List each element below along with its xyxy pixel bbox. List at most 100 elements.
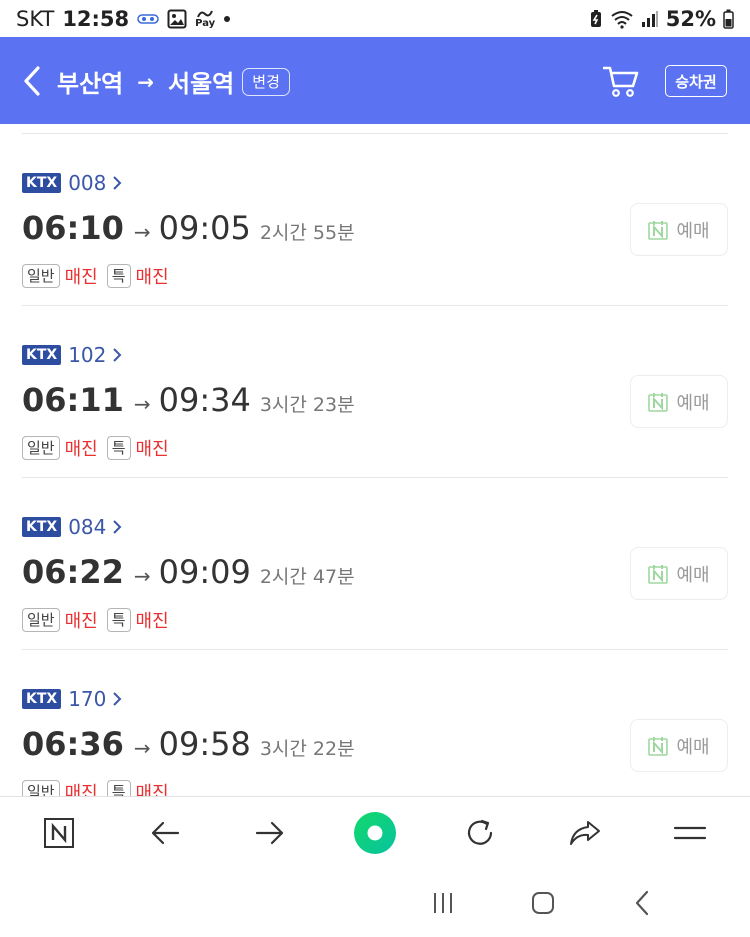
status-bar: SKT 12:58 Pay 52%: [0, 0, 750, 37]
arrival-time: 09:34: [158, 381, 251, 419]
naver-calendar-icon: [648, 392, 669, 412]
gallery-icon: [167, 8, 187, 30]
battery-saver-icon: [589, 8, 603, 30]
train-list[interactable]: KTX 008 06:10 → 09:05 2시간 55분 일반 매진 특 매진…: [0, 124, 750, 796]
train-number: 170: [68, 687, 107, 711]
naver-home-button[interactable]: [39, 813, 79, 853]
reserve-label: 예매: [676, 736, 710, 758]
train-row[interactable]: KTX 170 06:36 → 09:58 3시간 22분 일반 매진 특 매진…: [22, 650, 728, 796]
general-soldout: 매진: [64, 783, 98, 796]
battery-icon: [723, 8, 734, 30]
general-soldout: 매진: [64, 439, 98, 460]
general-seat-tag: 일반: [22, 608, 60, 632]
naver-calendar-icon: [648, 736, 669, 756]
special-soldout: 매진: [135, 611, 169, 632]
recent-apps-icon: [434, 893, 452, 913]
departure-time: 06:36: [22, 725, 124, 763]
time-arrow: →: [133, 220, 151, 244]
time-arrow: →: [133, 392, 151, 416]
pay-icon: Pay: [195, 8, 215, 30]
special-seat-tag: 특: [106, 780, 131, 796]
duration: 3시간 22분: [259, 738, 355, 760]
app-notification-icon: [137, 8, 159, 30]
seat-status: 일반 매진 특 매진: [22, 263, 173, 289]
reserve-button[interactable]: 예매: [630, 547, 728, 600]
naver-calendar-icon: [648, 564, 669, 584]
home-button[interactable]: [528, 888, 558, 918]
special-soldout: 매진: [135, 267, 169, 288]
reserve-label: 예매: [676, 220, 710, 242]
green-dot-button[interactable]: [352, 810, 398, 856]
departure-time: 06:11: [22, 381, 124, 419]
ticket-button[interactable]: 승차권: [665, 65, 727, 97]
train-header[interactable]: KTX 008: [22, 171, 122, 195]
browser-forward-button[interactable]: [250, 813, 290, 853]
route-arrow: →: [137, 69, 155, 94]
back-button[interactable]: [20, 63, 46, 99]
change-route-button[interactable]: 변경: [242, 67, 290, 96]
train-row[interactable]: KTX 102 06:11 → 09:34 3시간 23분 일반 매진 특 매진…: [22, 306, 728, 478]
arrival-time: 09:09: [158, 553, 251, 591]
train-row[interactable]: KTX 008 06:10 → 09:05 2시간 55분 일반 매진 특 매진…: [22, 134, 728, 306]
browser-back-button[interactable]: [145, 813, 185, 853]
seat-status: 일반 매진 특 매진: [22, 607, 173, 633]
time-arrow: →: [133, 736, 151, 760]
special-seat-tag: 특: [106, 264, 131, 288]
duration: 2시간 55분: [259, 222, 355, 244]
general-seat-tag: 일반: [22, 780, 60, 796]
train-header[interactable]: KTX 170: [22, 687, 122, 711]
naver-n-icon: [44, 818, 74, 848]
reserve-button[interactable]: 예매: [630, 375, 728, 428]
cart-icon: [602, 66, 639, 97]
ticket-button-label: 승차권: [675, 72, 717, 91]
route-title: 부산역 → 서울역 변경: [57, 64, 290, 99]
train-number: 008: [68, 171, 107, 195]
back-icon: [635, 890, 649, 916]
reserve-button[interactable]: 예매: [630, 719, 728, 772]
special-soldout: 매진: [135, 783, 169, 796]
recent-apps-button[interactable]: [428, 888, 458, 918]
refresh-button[interactable]: [460, 813, 500, 853]
train-times: 06:22 → 09:09 2시간 47분: [22, 553, 355, 591]
menu-button[interactable]: [670, 813, 710, 853]
arrival-station: 서울역: [168, 70, 235, 98]
departure-station: 부산역: [57, 70, 124, 98]
general-soldout: 매진: [64, 611, 98, 632]
seat-status: 일반 매진 특 매진: [22, 779, 173, 796]
forward-arrow-icon: [255, 821, 284, 845]
share-icon: [570, 821, 600, 845]
home-icon: [532, 892, 554, 914]
browser-toolbar: [0, 796, 750, 868]
reserve-label: 예매: [676, 564, 710, 586]
cart-button[interactable]: [602, 65, 639, 99]
train-type-badge: KTX: [22, 517, 62, 537]
chevron-right-icon: [113, 520, 122, 534]
clock: 12:58: [62, 7, 130, 31]
departure-time: 06:22: [22, 553, 124, 591]
duration: 2시간 47분: [259, 566, 355, 588]
special-soldout: 매진: [135, 439, 169, 460]
chevron-right-icon: [113, 692, 122, 706]
naver-calendar-icon: [648, 220, 669, 240]
train-type-badge: KTX: [22, 689, 62, 709]
duration: 3시간 23분: [259, 394, 355, 416]
time-arrow: →: [133, 564, 151, 588]
more-notifications-dot-icon: [223, 8, 231, 30]
train-number: 084: [68, 515, 107, 539]
battery-level: 52%: [665, 7, 716, 31]
train-type-badge: KTX: [22, 345, 62, 365]
status-right: 52%: [589, 7, 734, 31]
share-button[interactable]: [565, 813, 605, 853]
app-header: 부산역 → 서울역 변경 승차권: [0, 37, 750, 124]
train-header[interactable]: KTX 084: [22, 515, 122, 539]
special-seat-tag: 특: [106, 436, 131, 460]
reserve-button[interactable]: 예매: [630, 203, 728, 256]
general-seat-tag: 일반: [22, 264, 60, 288]
system-back-button[interactable]: [627, 888, 657, 918]
menu-icon: [673, 826, 707, 840]
train-row[interactable]: KTX 084 06:22 → 09:09 2시간 47분 일반 매진 특 매진…: [22, 478, 728, 650]
status-left: SKT 12:58 Pay: [16, 7, 231, 31]
general-seat-tag: 일반: [22, 436, 60, 460]
train-header[interactable]: KTX 102: [22, 343, 122, 367]
reserve-label: 예매: [676, 392, 710, 414]
